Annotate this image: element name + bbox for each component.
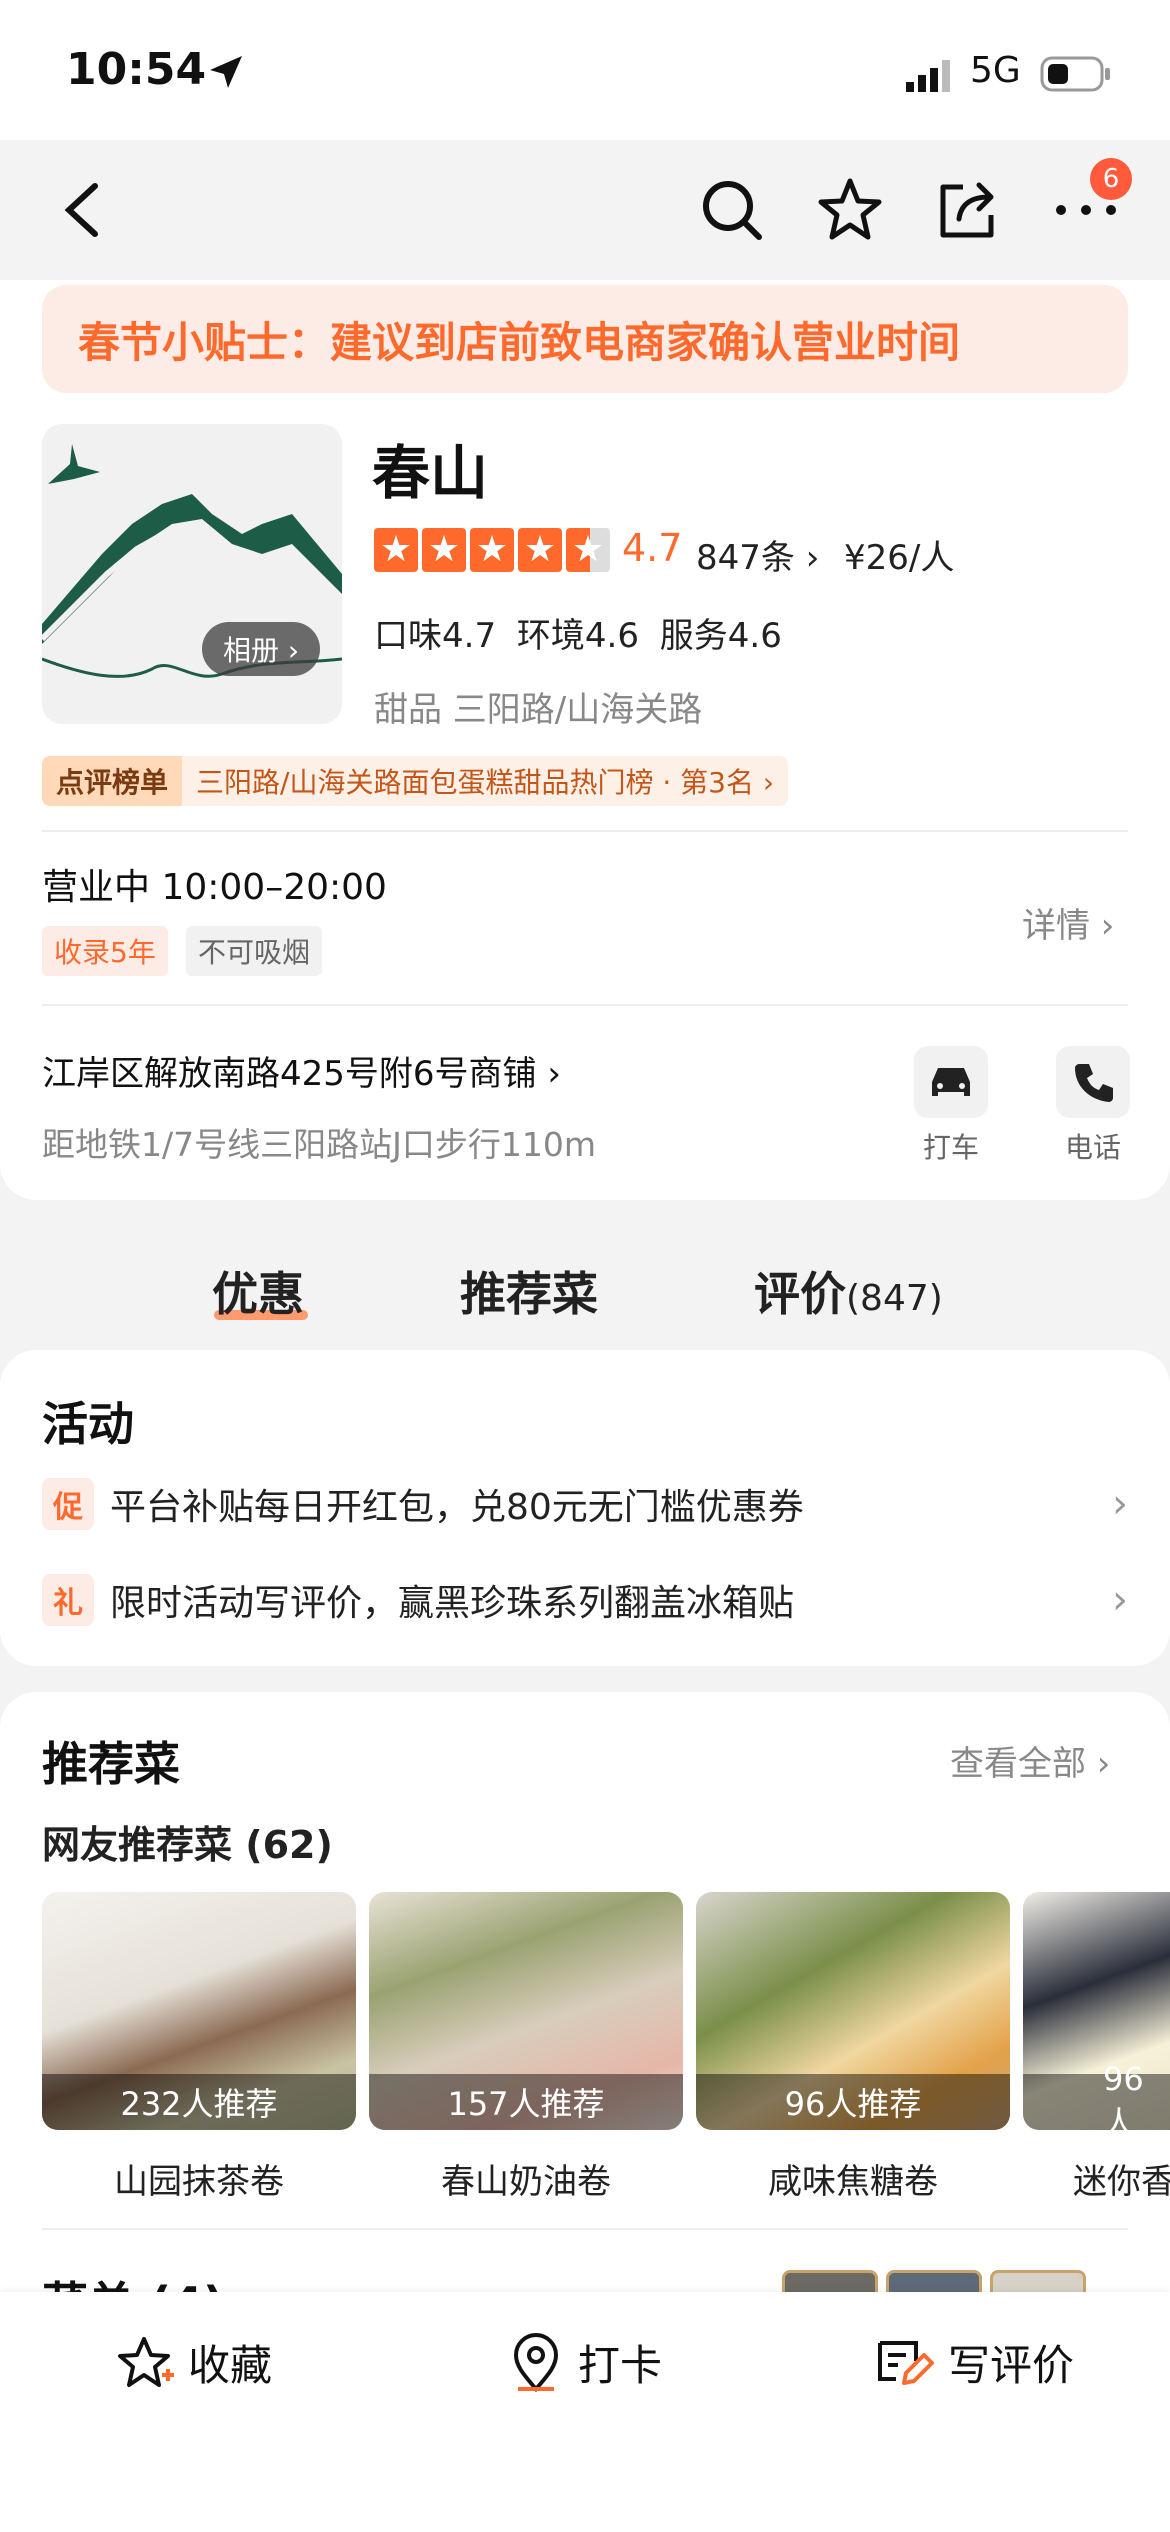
hours-detail-link[interactable]: 详情 › [1022,898,1114,947]
chevron-left-icon [64,183,98,237]
see-all-link[interactable]: 查看全部 › [950,1736,1110,1785]
activity-title: 活动 [42,1397,134,1451]
dish-card[interactable]: 96人 [1023,1892,1170,2130]
subway-distance: 距地铁1/7号线三阳路站J口步行110m [42,1125,596,1164]
nav-bar [0,140,1170,280]
shop-category-location: 甜品 三阳路/山海关路 [374,690,703,730]
dish-name: 咸味焦糖卷 [768,2162,938,2202]
rating-score: 4.7 [622,526,683,570]
phone-label: 电话 [1064,1131,1121,1164]
star-add-icon [118,2336,174,2387]
write-review-action[interactable]: 写评价 [876,2332,1074,2393]
mountain-logo-icon [42,444,342,678]
taxi-label: 打车 [922,1131,979,1164]
album-button[interactable]: 相册 › [202,622,320,676]
divider [42,830,1128,832]
avg-price: ¥26/人 [844,538,955,578]
star-outline-icon [818,178,882,240]
ranking-banner[interactable]: 点评榜单 三阳路/山海关路面包蛋糕甜品热门榜 · 第3名 › [42,756,789,806]
tab-reviews-count: (847) [846,1278,943,1319]
star-icon: ★ [374,528,418,572]
chevron-right-icon: › [1112,1481,1128,1527]
activity-item[interactable]: 礼 限时活动写评价，赢黑珍珠系列翻盖冰箱贴 › [42,1572,1128,1628]
share-icon [940,182,994,238]
write-review-label: 写评价 [948,2341,1075,2390]
promo-tag: 促 [42,1478,94,1530]
search-button[interactable] [692,170,772,250]
rating-stars: ★ ★ ★ ★ ★ [374,528,610,572]
favorite-button[interactable] [810,170,890,250]
edit-review-icon [878,2340,934,2385]
dishes-title: 推荐菜 [42,1737,180,1791]
checkin-action[interactable]: 打卡 [508,2332,662,2393]
dish-name: 山园抹茶卷 [114,2162,284,2202]
dishes-subtitle: 网友推荐菜 (62) [42,1823,333,1867]
dish-recommend-count: 96人推荐 [696,2074,1010,2130]
dish-card[interactable]: 157人推荐 [369,1892,683,2130]
signal-icon [906,60,950,92]
dish-name: 春山奶油卷 [441,2162,611,2202]
ranking-tag: 点评榜单 [42,756,183,806]
checkin-label: 打卡 [578,2341,663,2390]
chevron-right-icon: › [1112,1577,1128,1623]
no-smoking-chip: 不可吸烟 [186,926,323,976]
star-icon: ★ [422,528,466,572]
location-pin-icon [513,2332,559,2392]
network-type: 5G [970,50,1021,91]
review-count-link[interactable]: 847条 › [696,530,819,579]
promo-text: 限时活动写评价，赢黑珍珠系列翻盖冰箱贴 [110,1583,795,1624]
shop-address-link[interactable]: 江岸区解放南路425号附6号商铺 › [42,1046,561,1095]
dish-card[interactable]: 232人推荐 [42,1892,356,2130]
phone-icon [1075,1064,1113,1102]
festival-tip-banner: 春节小贴士：建议到店前致电商家确认营业时间 [42,285,1128,393]
shop-logo-image[interactable] [42,424,342,724]
tab-reviews[interactable]: 评价(847) [754,1258,943,1324]
notification-badge: 6 [1090,158,1132,200]
dish-card[interactable]: 96人推荐 [696,1892,1010,2130]
tab-reviews-label: 评价 [754,1267,846,1321]
star-icon: ★ [470,528,514,572]
favorite-action[interactable]: 收藏 [118,2332,272,2393]
business-hours: 营业中 10:00–20:00 [42,867,387,908]
share-button[interactable] [928,170,1008,250]
search-icon [703,181,762,240]
location-arrow-icon [210,56,242,88]
phone-button[interactable] [1056,1046,1130,1118]
favorite-label: 收藏 [188,2341,273,2390]
divider [42,2228,1128,2230]
back-button[interactable] [42,170,122,250]
promo-text: 平台补贴每日开红包，兑80元无门槛优惠券 [110,1487,804,1528]
sub-scores: 口味4.7 环境4.6 服务4.6 [374,616,782,656]
car-icon [932,1068,970,1096]
dish-recommend-count: 157人推荐 [369,2074,683,2130]
battery-icon [1040,56,1110,92]
dish-recommend-count: 96人 [1023,2060,1170,2130]
dish-recommend-count: 232人推荐 [42,2074,356,2130]
star-icon: ★ [518,528,562,572]
dish-name: 迷你香 [1073,2162,1170,2202]
listed-years-chip: 收录5年 [42,926,168,976]
activity-item[interactable]: 促 平台补贴每日开红包，兑80元无门槛优惠券 › [42,1476,1128,1532]
tab-recommended-dishes[interactable]: 推荐菜 [460,1258,598,1324]
taxi-button[interactable] [914,1046,988,1118]
gift-tag: 礼 [42,1574,94,1626]
shop-name: 春山 [372,439,489,507]
bottom-action-bar [0,2292,1170,2532]
ranking-text: 三阳路/山海关路面包蛋糕甜品热门榜 · 第3名 › [196,766,775,799]
status-time: 10:54 [66,44,207,95]
half-star-icon: ★ [566,528,610,572]
tab-offers[interactable]: 优惠 [212,1258,304,1324]
divider [42,1004,1128,1006]
